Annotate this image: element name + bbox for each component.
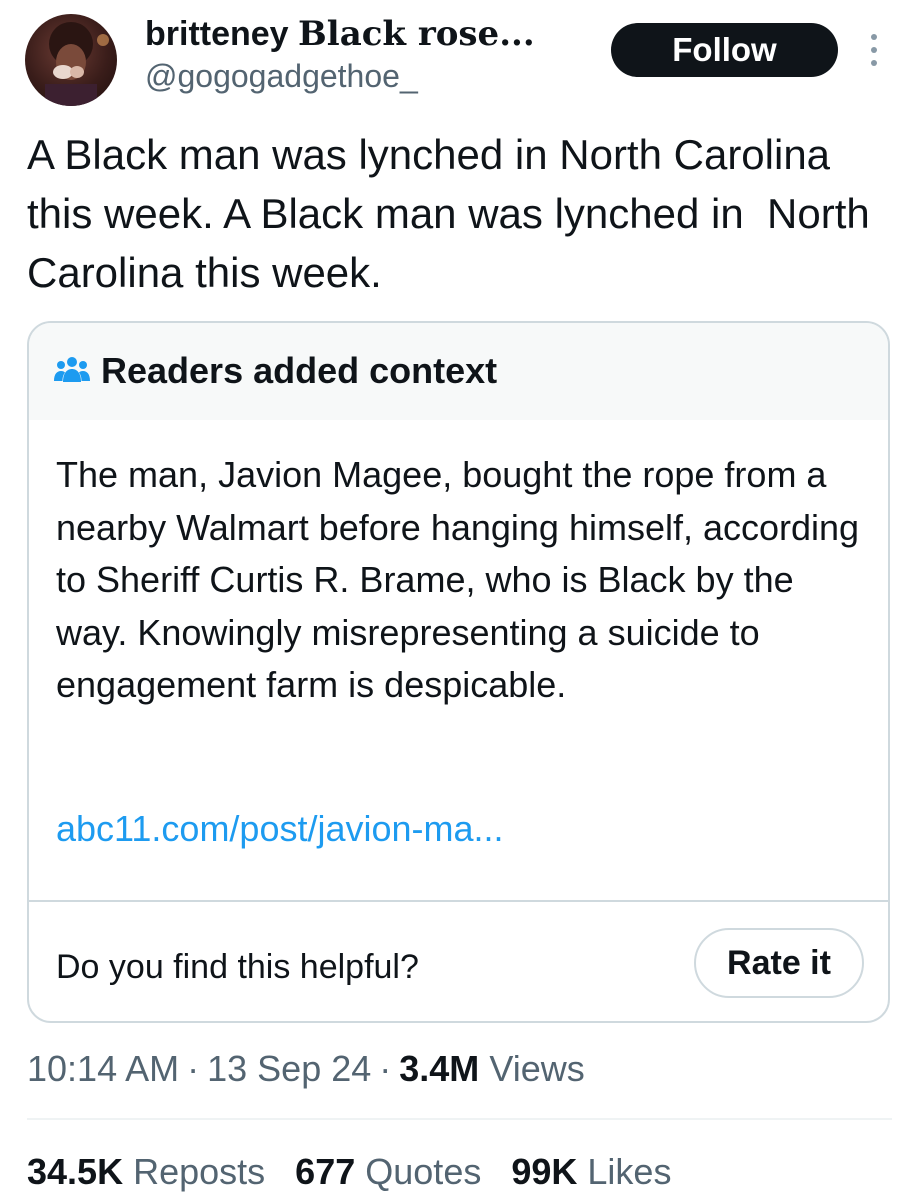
display-name-styled: Black rose... [298, 14, 535, 54]
more-dot [871, 60, 877, 66]
tweet-header: britteney Black rose... @gogogadgethoe_ … [0, 0, 919, 110]
more-dot [871, 34, 877, 40]
tweet-meta: 10:14 AM · 13 Sep 24 · 3.4M Views [27, 1045, 585, 1093]
note-title: Readers added context [101, 350, 498, 391]
reposts-stat[interactable]: 34.5K Reposts [27, 1148, 265, 1196]
helpful-question: Do you find this helpful? [56, 948, 419, 986]
author-handle[interactable]: @gogogadgethoe_ [145, 54, 535, 98]
likes-stat[interactable]: 99K Likes [511, 1148, 671, 1196]
reposts-label: Reposts [133, 1151, 266, 1192]
likes-label: Likes [587, 1151, 672, 1192]
display-name[interactable]: britteney Black rose... [145, 14, 535, 54]
tweet-date[interactable]: 13 Sep 24 [207, 1048, 371, 1089]
people-icon [54, 357, 90, 382]
likes-count: 99K [511, 1151, 578, 1192]
meta-separator: · [187, 1048, 200, 1089]
display-name-plain: britteney [145, 15, 299, 53]
note-body: The man, Javion Magee, bought the rope f… [56, 454, 860, 705]
community-note: Readers added context The man, Javion Ma… [27, 321, 890, 1023]
more-dot [871, 47, 877, 53]
quotes-label: Quotes [365, 1151, 482, 1192]
quotes-stat[interactable]: 677 Quotes [295, 1148, 481, 1196]
engagement-stats: 34.5K Reposts 677 Quotes 99K Likes [27, 1148, 701, 1196]
follow-button[interactable]: Follow [611, 23, 838, 77]
meta-divider [27, 1118, 892, 1120]
author-info[interactable]: britteney Black rose... @gogogadgethoe_ [145, 14, 535, 98]
views-label: Views [489, 1048, 585, 1089]
rate-it-button[interactable]: Rate it [694, 928, 864, 998]
reposts-count: 34.5K [27, 1151, 124, 1192]
avatar-image [45, 22, 109, 106]
quotes-count: 677 [295, 1151, 356, 1192]
views-count: 3.4M [399, 1048, 480, 1089]
note-source-link[interactable]: abc11.com/post/javion-ma... [56, 807, 504, 851]
meta-separator: · [379, 1048, 392, 1089]
note-divider [29, 900, 888, 902]
tweet-time[interactable]: 10:14 AM [27, 1048, 179, 1089]
more-vertical-icon[interactable] [862, 28, 886, 72]
avatar[interactable] [25, 14, 117, 106]
tweet-text: A Black man was lynched in North Carolin… [27, 131, 882, 296]
note-header: Readers added context [29, 323, 888, 420]
